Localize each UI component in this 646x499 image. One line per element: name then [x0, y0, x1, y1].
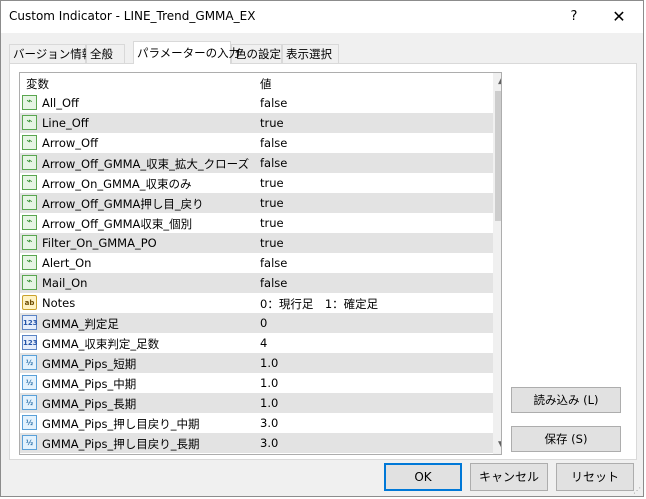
parameter-value[interactable]: 3.0 — [260, 436, 278, 450]
grid-header: 変数 値 — [20, 73, 490, 93]
parameter-name: Line_Off — [42, 116, 89, 130]
dialog-window: Custom Indicator - LINE_Trend_GMMA_EX ? … — [0, 0, 644, 497]
trend-icon: ⌁ — [22, 215, 37, 230]
text-icon: ab — [22, 295, 37, 310]
parameter-row[interactable]: ⌁ Arrow_Off false — [20, 133, 494, 153]
parameter-value[interactable]: false — [260, 136, 287, 150]
parameter-value[interactable]: 1.0 — [260, 376, 278, 390]
double-icon: ½ — [22, 355, 37, 370]
parameter-name: GMMA_判定足 — [42, 317, 119, 331]
parameter-value[interactable]: 0：現行足 1：確定足 — [260, 296, 378, 312]
parameter-row[interactable]: ⌁ Arrow_Off_GMMA_収束_拡大_クローズ false — [20, 153, 494, 173]
trend-icon: ⌁ — [22, 275, 37, 290]
parameter-row[interactable]: 123 GMMA_収束判定_足数 4 — [20, 333, 494, 353]
save-button[interactable]: 保存 (S) — [511, 426, 621, 452]
trend-icon: ⌁ — [22, 175, 37, 190]
parameter-name: Arrow_Off_GMMA収束_個別 — [42, 217, 193, 231]
parameter-value[interactable]: true — [260, 216, 284, 230]
tab-visualization[interactable]: 表示選択 — [282, 44, 339, 63]
double-icon: ½ — [22, 375, 37, 390]
parameter-value[interactable]: true — [260, 196, 284, 210]
parameter-name: Arrow_Off — [42, 136, 99, 150]
parameter-name: Alert_On — [42, 256, 92, 270]
parameters-grid[interactable]: 変数 値 ⌁ All_Off false ⌁ Line_Off true ⌁ Arrow_Of… — [19, 72, 502, 455]
parameter-row[interactable]: ⌁ Mail_On false — [20, 273, 494, 293]
grid-rows: ⌁ All_Off false ⌁ Line_Off true ⌁ Arrow_Off fals… — [20, 93, 494, 453]
parameter-value[interactable]: 3.0 — [260, 416, 278, 430]
parameter-name: Filter_On_GMMA_PO — [42, 236, 157, 250]
parameter-row[interactable]: ½ GMMA_Pips_中期 1.0 — [20, 373, 494, 393]
column-header-value[interactable]: 値 — [260, 76, 272, 92]
window-title: Custom Indicator - LINE_Trend_GMMA_EX — [9, 9, 256, 23]
trend-icon: ⌁ — [22, 135, 37, 150]
parameter-row[interactable]: ⌁ All_Off false — [20, 93, 494, 113]
parameter-value[interactable]: 0 — [260, 316, 267, 330]
parameter-row[interactable]: ½ GMMA_Pips_短期 1.0 — [20, 353, 494, 373]
parameter-row[interactable]: ⌁ Arrow_Off_GMMA押し目_戻り true — [20, 193, 494, 213]
column-header-variable[interactable]: 変数 — [26, 76, 49, 92]
parameter-name: GMMA_Pips_押し目戻り_中期 — [42, 417, 200, 431]
parameter-value[interactable]: 1.0 — [260, 356, 278, 370]
trend-icon: ⌁ — [22, 115, 37, 130]
parameter-value[interactable]: 4 — [260, 336, 267, 350]
reset-button[interactable]: リセット — [556, 463, 634, 491]
ok-button[interactable]: OK — [384, 463, 462, 491]
tab-version-info[interactable]: バージョン情報 — [9, 44, 93, 63]
parameter-name: Arrow_Off_GMMA_収束_拡大_クローズ — [42, 157, 250, 171]
trend-icon: ⌁ — [22, 255, 37, 270]
parameter-row[interactable]: 123 GMMA_判定足 0 — [20, 313, 494, 333]
parameter-name: GMMA_収束判定_足数 — [42, 337, 160, 351]
trend-icon: ⌁ — [22, 95, 37, 110]
integer-icon: 123 — [22, 315, 38, 330]
parameter-value[interactable]: false — [260, 156, 287, 170]
double-icon: ½ — [22, 415, 37, 430]
parameter-name: GMMA_Pips_押し目戻り_長期 — [42, 437, 200, 451]
parameter-name: Arrow_On_GMMA_収束のみ — [42, 177, 192, 191]
parameter-value[interactable]: true — [260, 176, 284, 190]
parameter-row[interactable]: ⌁ Alert_On false — [20, 253, 494, 273]
parameter-value[interactable]: false — [260, 96, 287, 110]
parameter-row[interactable]: ½ GMMA_Pips_長期 1.0 — [20, 393, 494, 413]
parameter-name: Mail_On — [42, 276, 88, 290]
parameter-name: GMMA_Pips_長期 — [42, 397, 137, 411]
parameter-value[interactable]: false — [260, 276, 287, 290]
close-button[interactable]: ✕ — [599, 1, 639, 33]
scroll-up-icon[interactable]: ▲ — [493, 73, 501, 90]
tab-parameters[interactable]: パラメーターの入力 — [133, 41, 240, 64]
parameter-row[interactable]: ½ GMMA_Pips_押し目戻り_中期 3.0 — [20, 413, 494, 433]
parameter-name: GMMA_Pips_短期 — [42, 357, 137, 371]
title-bar: Custom Indicator - LINE_Trend_GMMA_EX ? … — [1, 1, 643, 33]
grid-scrollbar[interactable]: ▲ ▼ — [493, 73, 501, 454]
scroll-down-icon[interactable]: ▼ — [493, 437, 501, 454]
parameter-value[interactable]: false — [260, 256, 287, 270]
double-icon: ½ — [22, 395, 37, 410]
scroll-thumb[interactable] — [495, 91, 501, 221]
parameter-row[interactable]: ⌁ Filter_On_GMMA_PO true — [20, 233, 494, 253]
parameter-row[interactable]: ⌁ Line_Off true — [20, 113, 494, 133]
parameter-row[interactable]: ½ GMMA_Pips_押し目戻り_長期 3.0 — [20, 433, 494, 453]
help-button[interactable]: ? — [561, 1, 587, 33]
resize-grip-icon[interactable]: ⋰ — [633, 487, 641, 495]
parameter-value[interactable]: 1.0 — [260, 396, 278, 410]
trend-icon: ⌁ — [22, 235, 37, 250]
trend-icon: ⌁ — [22, 195, 37, 210]
parameter-row[interactable]: ⌁ Arrow_On_GMMA_収束のみ true — [20, 173, 494, 193]
double-icon: ½ — [22, 435, 37, 450]
integer-icon: 123 — [22, 335, 38, 350]
load-button[interactable]: 読み込み (L) — [511, 387, 621, 413]
parameter-value[interactable]: true — [260, 236, 284, 250]
tab-general[interactable]: 全般 — [86, 44, 125, 63]
parameters-panel: 変数 値 ⌁ All_Off false ⌁ Line_Off true ⌁ Arrow_Of… — [9, 63, 637, 460]
parameter-value[interactable]: true — [260, 116, 284, 130]
parameter-row[interactable]: ab Notes 0：現行足 1：確定足 — [20, 293, 494, 313]
parameter-name: GMMA_Pips_中期 — [42, 377, 137, 391]
parameter-name: Arrow_Off_GMMA押し目_戻り — [42, 197, 204, 211]
parameter-name: All_Off — [42, 96, 79, 110]
trend-icon: ⌁ — [22, 155, 37, 170]
parameter-name: Notes — [42, 296, 76, 310]
parameter-row[interactable]: ⌁ Arrow_Off_GMMA収束_個別 true — [20, 213, 494, 233]
cancel-button[interactable]: キャンセル — [470, 463, 548, 491]
